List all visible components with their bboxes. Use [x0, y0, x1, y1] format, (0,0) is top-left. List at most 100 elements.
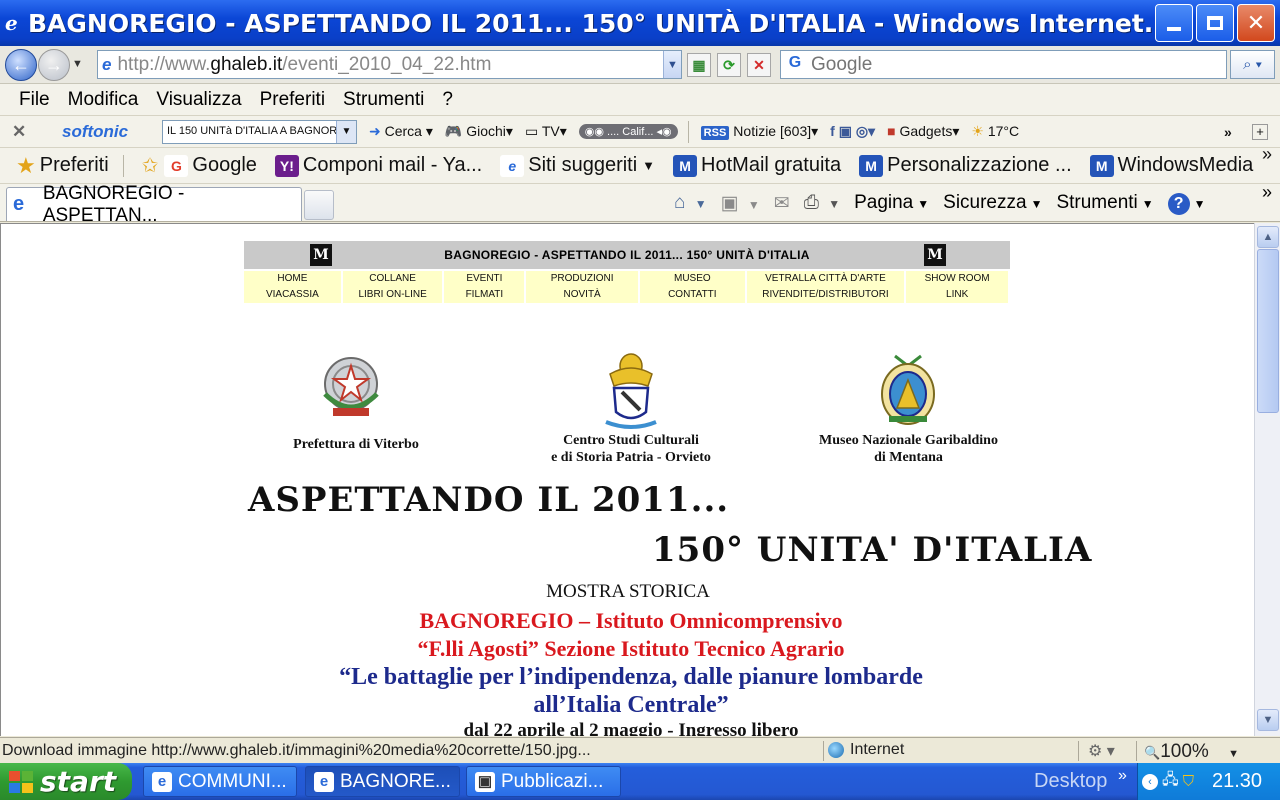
history-dropdown-icon[interactable]: ▼ — [72, 58, 83, 70]
favorites-star-icon: ★ — [16, 152, 36, 178]
address-dropdown-icon[interactable]: ▼ — [663, 51, 681, 78]
search-input[interactable] — [811, 53, 1211, 76]
softonic-logo[interactable]: softonic — [62, 122, 162, 142]
tray-expand-icon[interactable]: ‹ — [1142, 773, 1158, 790]
cerca-button[interactable]: ➜ Cerca ▾ — [369, 123, 433, 140]
new-tab-button[interactable] — [304, 190, 334, 220]
nav-eventi[interactable]: EVENTI — [444, 271, 525, 287]
forward-button[interactable]: → — [38, 49, 70, 81]
menu-visualizza[interactable]: Visualizza — [147, 89, 250, 111]
task-communi[interactable]: e COMMUNI... — [143, 766, 297, 797]
nav-viacassia[interactable]: VIACASSIA — [244, 287, 341, 303]
menu-modifica[interactable]: Modifica — [59, 89, 148, 111]
scroll-thumb[interactable] — [1257, 249, 1279, 413]
page-viewport: M BAGNOREGIO - ASPETTANDO IL 2011... 150… — [0, 223, 1254, 736]
task-bagnoregio[interactable]: e BAGNORE... — [305, 766, 460, 797]
search-button[interactable]: ⌕ ▾ — [1230, 50, 1275, 79]
scroll-down-icon[interactable]: ▼ — [1257, 709, 1279, 731]
toolbar-overflow-icon[interactable]: » — [1224, 124, 1232, 140]
nav-link[interactable]: LINK — [906, 287, 1008, 303]
search-box[interactable]: G — [780, 50, 1227, 79]
weather-widget[interactable]: ☀ 17°C — [971, 123, 1019, 140]
fav-google[interactable]: ✩ G Google — [142, 153, 257, 178]
address-bar[interactable]: e http://www.ghaleb.it/eventi_2010_04_22… — [97, 50, 682, 79]
event-school: “F.lli Agosti” Sezione Istituto Tecnico … — [417, 636, 845, 661]
fav-yahoo[interactable]: Y! Componi mail - Ya... — [274, 154, 483, 177]
strumenti-menu[interactable]: Strumenti ▼ — [1056, 192, 1153, 214]
tab-active[interactable]: e BAGNOREGIO - ASPETTAN... — [6, 183, 302, 226]
menu-strumenti[interactable]: Strumenti — [334, 89, 433, 111]
nav-libri-online[interactable]: LIBRI ON-LINE — [342, 287, 443, 303]
site-header-title: BAGNOREGIO - ASPETTANDO IL 2011... 150° … — [444, 248, 810, 262]
social-icons[interactable]: f ▣ ◎▾ — [830, 123, 875, 140]
minimize-button[interactable] — [1155, 4, 1193, 42]
clock[interactable]: 21.30 — [1212, 770, 1262, 793]
toolbar-search-combo[interactable]: IL 150 UNITà D'ITALIA A BAGNOR ▼ — [162, 119, 357, 144]
start-button[interactable]: start — [0, 763, 132, 800]
nav-contatti[interactable]: CONTATTI — [639, 287, 745, 303]
page-ie-icon: e — [102, 54, 112, 74]
orvieto-lion-crest — [605, 353, 657, 429]
add-toolbar-icon[interactable]: + — [1252, 123, 1268, 140]
combo-dropdown-icon[interactable]: ▼ — [336, 120, 356, 143]
home-button[interactable]: ⌂ ▼ — [674, 192, 707, 214]
tv-button[interactable]: ▭ TV▾ — [525, 123, 567, 140]
mail-button[interactable]: ✉ — [774, 192, 790, 215]
crest-label-orvieto: Centro Studi Culturali e di Storia Patria… — [531, 432, 731, 466]
close-toolbar-icon[interactable]: ✕ — [12, 122, 34, 142]
zoom-level[interactable]: 🔍100% ▼ — [1144, 741, 1239, 763]
mentana-crest — [881, 354, 935, 425]
url-domain: ghaleb.it — [210, 53, 283, 75]
stop-button[interactable]: ✕ — [747, 53, 771, 77]
address-url[interactable]: http://www.ghaleb.it/eventi_2010_04_22.h… — [117, 54, 491, 76]
nav-vetralla[interactable]: VETRALLA CITTÀ D'ARTE — [746, 271, 905, 287]
status-divider — [1078, 741, 1079, 761]
pagina-menu[interactable]: Pagina ▼ — [854, 192, 929, 214]
task-pubblicazioni[interactable]: ▣ Pubblicazi... — [466, 766, 621, 797]
notizie-button[interactable]: RSS Notizie [603]▾ — [700, 123, 818, 140]
desktop-toolbar-label[interactable]: Desktop — [1034, 770, 1107, 793]
menu-preferiti[interactable]: Preferiti — [251, 89, 334, 111]
nav-filmati[interactable]: FILMATI — [444, 287, 525, 303]
giochi-button[interactable]: 🎮 Giochi▾ — [445, 123, 513, 140]
nav-rivendite[interactable]: RIVENDITE/DISTRIBUTORI — [746, 287, 905, 303]
nav-museo[interactable]: MUSEO — [639, 271, 745, 287]
refresh-button[interactable]: ⟳ — [717, 53, 741, 77]
scroll-up-icon[interactable]: ▲ — [1257, 226, 1279, 248]
nav-collane[interactable]: COLLANE — [342, 271, 443, 287]
back-button[interactable]: ← — [5, 49, 37, 81]
softonic-toolbar: ✕ softonic IL 150 UNITà D'ITALIA A BAGNO… — [0, 116, 1280, 148]
help-button[interactable]: ? ▼ — [1167, 192, 1206, 215]
fav-windowsmedia[interactable]: M WindowsMedia — [1089, 154, 1253, 177]
feeds-button[interactable]: ▣ ▼ — [721, 192, 760, 215]
desktop-overflow-icon[interactable]: » — [1118, 767, 1127, 785]
nav-show-room[interactable]: SHOW ROOM — [906, 271, 1008, 287]
menu-file[interactable]: File — [10, 89, 59, 111]
restore-button[interactable] — [1196, 4, 1234, 42]
nav-novita[interactable]: NOVITÀ — [526, 287, 638, 303]
network-icon[interactable]: 🖧 — [1162, 769, 1179, 794]
compatibility-view-button[interactable]: ▦ — [687, 53, 711, 77]
vertical-scrollbar[interactable]: ▲ ▼ — [1254, 223, 1280, 736]
site-logo-right[interactable]: M — [924, 244, 946, 266]
nav-produzioni[interactable]: PRODUZIONI — [526, 271, 638, 287]
print-button[interactable]: ⎙ ▼ — [804, 192, 840, 214]
cmdbar-overflow-icon[interactable]: » — [1262, 182, 1272, 203]
favbar-overflow-icon[interactable]: » — [1262, 144, 1272, 165]
security-zone[interactable]: Internet — [828, 741, 904, 759]
protected-mode-icon[interactable]: ⚙ ▾ — [1088, 741, 1115, 761]
sicurezza-menu[interactable]: Sicurezza ▼ — [943, 192, 1042, 214]
fav-hotmail[interactable]: M HotMail gratuita — [673, 154, 841, 177]
fav-personalizzazione[interactable]: M Personalizzazione ... — [859, 154, 1072, 177]
favorites-button[interactable]: Preferiti — [40, 154, 109, 177]
fav-siti-suggeriti[interactable]: e Siti suggeriti ▼ — [500, 154, 655, 177]
fav-label: Componi mail - Ya... — [302, 154, 483, 176]
gadgets-button[interactable]: ■ Gadgets▾ — [887, 123, 959, 140]
start-label: start — [40, 765, 117, 798]
close-button[interactable]: ✕ — [1237, 4, 1275, 42]
nav-home[interactable]: HOME — [244, 271, 341, 287]
site-logo-left[interactable]: M — [310, 244, 332, 266]
security-shield-icon[interactable]: ⛉ — [1183, 773, 1194, 790]
radio-player[interactable]: ◉◉ .... Calif... ◂◉ — [578, 124, 678, 139]
menu-help[interactable]: ? — [433, 89, 462, 111]
